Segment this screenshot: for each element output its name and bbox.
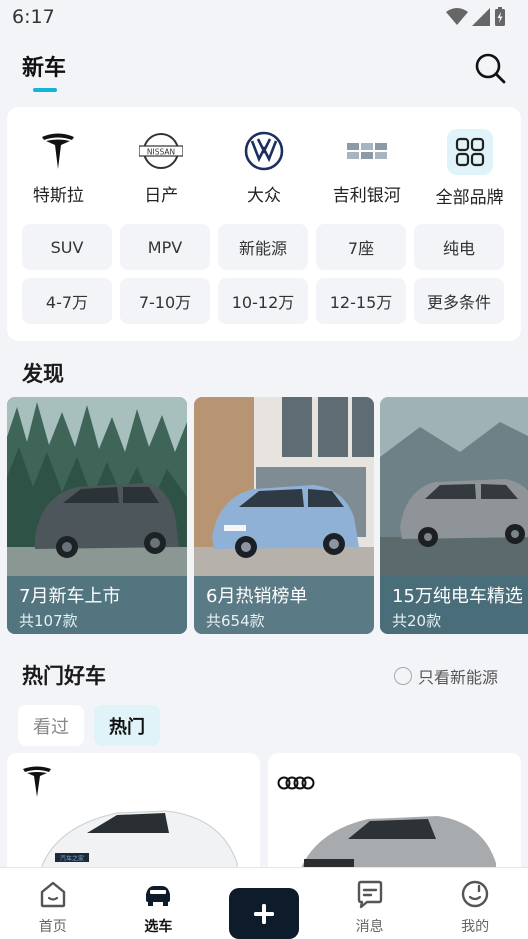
wifi-icon [446,8,468,25]
tab-viewed[interactable]: 看过 [18,705,84,746]
search-icon[interactable] [472,50,508,86]
discover-title: 发现 [22,362,64,386]
signal-icon [472,8,490,26]
tab-select-car[interactable]: 选车 [106,868,212,939]
brand-row: 特斯拉 NISSAN 日产 大众 吉利银河 全部品牌 [7,129,521,209]
volkswagen-logo-icon [240,129,288,173]
tab-label: 选车 [144,919,173,935]
filter-tag-suv[interactable]: SUV [22,224,112,270]
car-card-audi[interactable] [268,753,521,883]
hot-cars-title: 热门好车 [22,664,106,688]
filter-tag-more-conditions[interactable]: 更多条件 [414,278,504,324]
bottom-tab-bar: 首页 选车 消息 我的 [0,867,528,939]
discover-overlay: 15万纯电车精选 共20款 [380,576,528,634]
license-plate-text: 汽车之家 [60,855,84,863]
brand-label: 特斯拉 [32,186,84,206]
tesla-car-image: 汽车之家 [23,766,238,883]
brand-item-tesla[interactable]: 特斯拉 [7,129,110,209]
tab-messages[interactable]: 消息 [317,868,423,939]
header: 新车 [0,40,528,96]
svg-text:NISSAN: NISSAN [147,148,175,157]
audi-logo-icon [277,776,315,790]
tab-label: 消息 [355,919,384,935]
brand-item-volkswagen[interactable]: 大众 [213,129,316,209]
tab-hot[interactable]: 热门 [94,705,160,746]
discover-name: 6月热销榜单 [206,586,308,607]
status-icons [446,7,506,27]
ev-only-label: 只看新能源 [418,668,499,687]
brand-item-nissan[interactable]: NISSAN 日产 [110,129,213,209]
car-icon [146,886,171,906]
status-time: 6:17 [12,6,55,28]
car-card-tesla[interactable]: 汽车之家 [7,753,260,883]
hot-tabs: 看过 热门 [18,705,160,746]
discover-card[interactable]: 6月热销榜单 共654款 [194,397,374,634]
tab-label: 首页 [38,919,67,935]
discover-list: 7月新车上市 共107款 6月热销榜单 共654款 15万纯电车精选 共20款 [7,397,528,634]
discover-name: 7月新车上市 [19,586,121,607]
discover-card[interactable]: 15万纯电车精选 共20款 [380,397,528,634]
tab-home[interactable]: 首页 [0,868,106,939]
filter-tag-7-seat[interactable]: 7座 [316,224,406,270]
filter-tag-grid: SUV MPV 新能源 7座 纯电 4-7万 7-10万 10-12万 12-1… [22,224,508,324]
radio-icon [394,667,412,685]
filter-tag-pure-electric[interactable]: 纯电 [414,224,504,270]
filter-tag-new-energy[interactable]: 新能源 [218,224,308,270]
filter-tag-price-4-7[interactable]: 4-7万 [22,278,112,324]
brand-label: 大众 [246,186,281,206]
filter-tag-price-10-12[interactable]: 10-12万 [218,278,308,324]
discover-card[interactable]: 7月新车上市 共107款 [7,397,187,634]
discover-name: 15万纯电车精选 [392,586,523,607]
audi-car-image [277,776,496,883]
publish-button[interactable] [228,888,299,939]
brand-filter-card: 特斯拉 NISSAN 日产 大众 吉利银河 全部品牌 SUV MPV 新能源 7… [7,107,521,341]
battery-icon [495,7,505,26]
message-icon [357,880,382,909]
filter-tag-price-12-15[interactable]: 12-15万 [316,278,406,324]
home-icon [40,881,65,908]
tab-publish[interactable] [211,868,317,939]
brand-label: 吉利银河 [332,186,401,206]
discover-count: 共654款 [206,612,265,630]
brand-item-all[interactable]: 全部品牌 [418,129,521,209]
status-bar: 6:17 [0,0,528,34]
filter-tag-mpv[interactable]: MPV [120,224,210,270]
filter-tag-price-7-10[interactable]: 7-10万 [120,278,210,324]
discover-count: 共107款 [19,612,78,630]
title-underline [33,88,57,92]
all-brands-icon [446,129,493,175]
profile-face-icon [461,880,489,908]
tesla-logo-icon [34,129,82,173]
plus-icon [253,903,274,924]
discover-count: 共20款 [392,612,442,630]
tab-label: 我的 [461,919,490,935]
discover-overlay: 6月热销榜单 共654款 [194,576,374,634]
nissan-logo-icon: NISSAN [137,129,185,173]
ev-only-toggle[interactable]: 只看新能源 [394,664,498,688]
tab-profile[interactable]: 我的 [422,868,528,939]
brand-label: 全部品牌 [435,188,504,208]
discover-overlay: 7月新车上市 共107款 [7,576,187,634]
page-title: 新车 [22,56,67,81]
brand-item-geely-galaxy[interactable]: 吉利银河 [315,129,418,209]
geely-galaxy-logo-icon [343,129,391,173]
brand-label: 日产 [144,186,179,206]
